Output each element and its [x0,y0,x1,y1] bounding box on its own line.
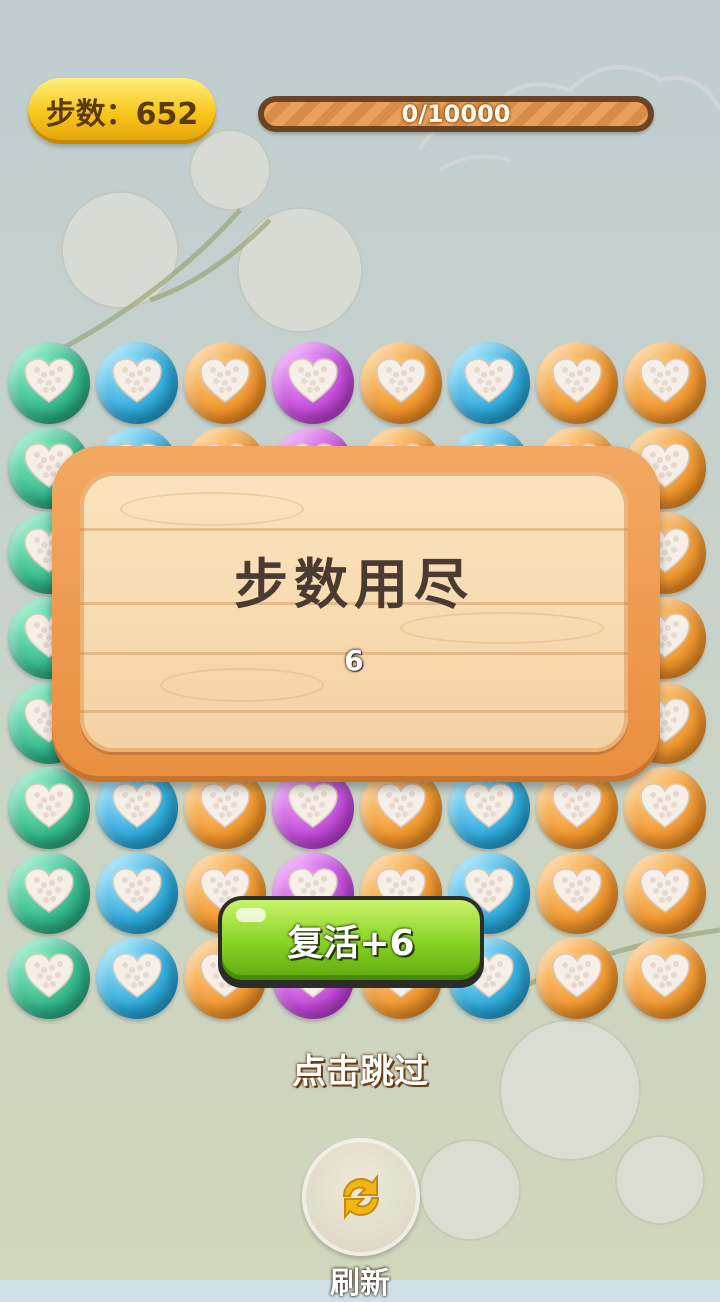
gem-tile[interactable] [8,852,90,934]
heart-icon [198,781,252,835]
revive-button[interactable]: 复活+6 [218,896,484,988]
gem-tile[interactable] [624,342,706,424]
refresh-arrows-icon [342,1174,380,1220]
button-shine [236,908,266,922]
gem-tile[interactable] [96,342,178,424]
gem-tile[interactable] [536,852,618,934]
heart-icon [462,356,516,410]
heart-icon [22,356,76,410]
refresh-button[interactable] [302,1138,420,1256]
heart-icon [286,781,340,835]
revive-button-label: 复活+6 [287,923,415,964]
heart-icon [550,866,604,920]
dialog-title: 步数用尽 [234,552,474,616]
wood-panel: 步数用尽 6 [80,472,628,752]
heart-icon [110,781,164,835]
gem-tile[interactable] [8,342,90,424]
heart-icon [638,781,692,835]
gem-tile[interactable] [96,937,178,1019]
gem-tile[interactable] [624,937,706,1019]
heart-icon [374,356,428,410]
score-progress-bar: 0/10000 [258,96,654,132]
skip-link[interactable]: 点击跳过 [0,1044,720,1093]
progress-text: 0/10000 [401,100,511,128]
dialog-count: 6 [344,644,364,677]
heart-icon [374,781,428,835]
heart-icon [638,866,692,920]
heart-icon [22,781,76,835]
gem-tile[interactable] [8,767,90,849]
heart-icon [198,356,252,410]
gem-tile[interactable] [624,852,706,934]
gem-tile[interactable] [448,342,530,424]
heart-icon [638,356,692,410]
heart-icon [550,356,604,410]
gem-tile[interactable] [536,342,618,424]
gem-tile[interactable] [360,342,442,424]
heart-icon [462,781,516,835]
out-of-moves-dialog: 步数用尽 6 [52,446,660,782]
heart-icon [110,951,164,1005]
refresh-label: 刷新 [330,1266,390,1301]
steps-counter: 步数：652 [28,78,216,144]
heart-icon [22,866,76,920]
heart-icon [110,356,164,410]
gem-tile[interactable] [272,342,354,424]
steps-label: 步数：652 [45,97,199,132]
revive-button-face[interactable]: 复活+6 [222,900,480,980]
heart-icon [110,866,164,920]
gem-tile[interactable] [624,767,706,849]
gem-tile[interactable] [536,937,618,1019]
gem-tile[interactable] [96,852,178,934]
heart-icon [286,356,340,410]
gem-tile[interactable] [8,937,90,1019]
heart-icon [550,781,604,835]
heart-icon [550,951,604,1005]
heart-icon [638,951,692,1005]
heart-icon [22,951,76,1005]
gem-tile[interactable] [184,342,266,424]
